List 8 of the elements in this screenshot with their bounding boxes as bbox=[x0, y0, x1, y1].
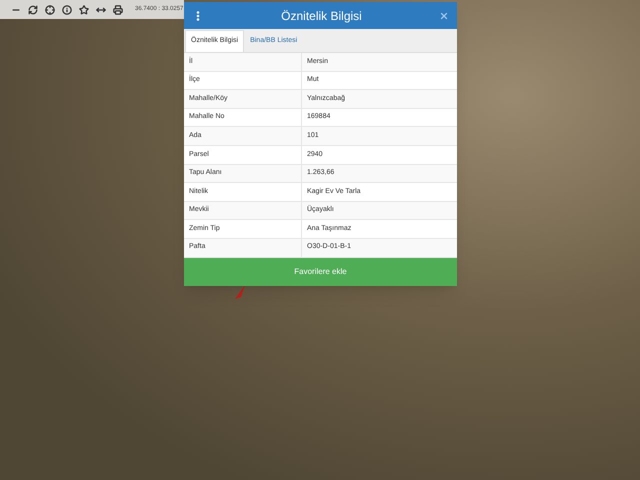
crosshair-icon[interactable] bbox=[44, 4, 56, 16]
info-icon[interactable] bbox=[61, 4, 73, 16]
dialog-title: Öznitelik Bilgisi bbox=[280, 8, 363, 24]
add-favorites-button[interactable]: Favorilere ekle bbox=[184, 258, 457, 286]
refresh-icon[interactable] bbox=[27, 4, 39, 16]
print-icon[interactable] bbox=[112, 4, 124, 16]
location-marker-icon bbox=[233, 283, 247, 301]
star-icon[interactable] bbox=[78, 4, 90, 16]
